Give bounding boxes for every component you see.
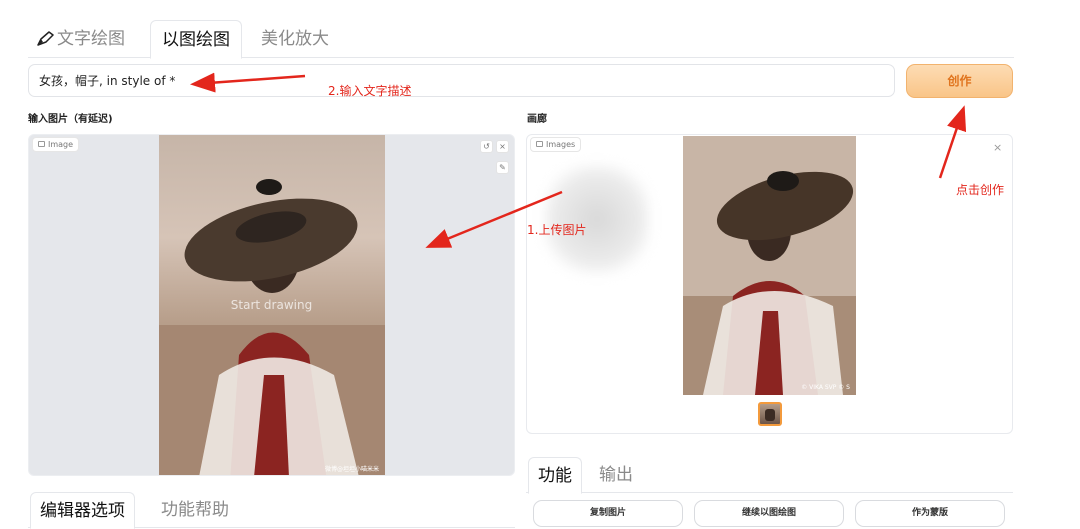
gallery-label: 画廊 [527,114,547,125]
output-tabs: 功能 输出 [526,457,1013,494]
tab-output[interactable]: 输出 [599,457,633,493]
copy-image-button[interactable]: 复制图片 [533,500,683,527]
gallery-result-image[interactable]: © VIKA SVP © S [683,136,856,395]
mode-tabs: 文字绘图 以图绘图 美化放大 [28,20,1014,59]
tab-label: 文字绘图 [57,29,125,49]
tab-image-to-image[interactable]: 以图绘图 [150,20,242,59]
tab-label: 以图绘图 [162,30,230,50]
photo-watermark: 微博@坦坦小喵米米 [324,466,379,473]
photo-watermark: © VIKA SVP © S [801,384,850,391]
image-icon [536,141,543,147]
create-button[interactable]: 创作 [906,64,1013,98]
image-badge: Image [32,137,80,152]
use-as-mask-button[interactable]: 作为蒙版 [855,500,1005,527]
step3-annotation: 点击创作 [956,183,1005,197]
prompt-field-wrapper [28,64,895,97]
close-icon[interactable]: × [993,141,1002,154]
tab-functions[interactable]: 功能 [528,457,582,494]
tab-label: 美化放大 [261,29,329,49]
tab-upscale[interactable]: 美化放大 [261,20,329,58]
prompt-input[interactable] [29,65,894,96]
image-icon [38,141,45,147]
gallery-thumbnail[interactable] [758,402,782,426]
input-image-canvas[interactable]: 微博@坦坦小喵米米 Image Start drawing ↺ × ✎ [28,134,515,476]
input-image-label: 输入图片（有延迟) [28,114,113,125]
step2-annotation: 2.输入文字描述 [328,84,412,98]
step1-annotation: 1.上传图片 [527,223,587,237]
undo-icon[interactable]: ↺ [480,140,493,153]
clear-icon[interactable]: × [496,140,509,153]
pencil-icon [36,23,54,61]
blurred-preview [545,165,649,273]
tab-text-to-image[interactable]: 文字绘图 [36,20,125,58]
canvas-placeholder: Start drawing [230,298,313,312]
brush-icon[interactable]: ✎ [496,161,509,174]
tab-editor-options[interactable]: 编辑器选项 [30,492,135,529]
tab-function-help[interactable]: 功能帮助 [161,492,229,528]
editor-tabs: 编辑器选项 功能帮助 [28,492,515,529]
gallery-panel: Images © VIKA SVP © S × [526,134,1013,434]
images-badge: Images [530,137,582,152]
continue-img2img-button[interactable]: 继续以图绘图 [694,500,844,527]
